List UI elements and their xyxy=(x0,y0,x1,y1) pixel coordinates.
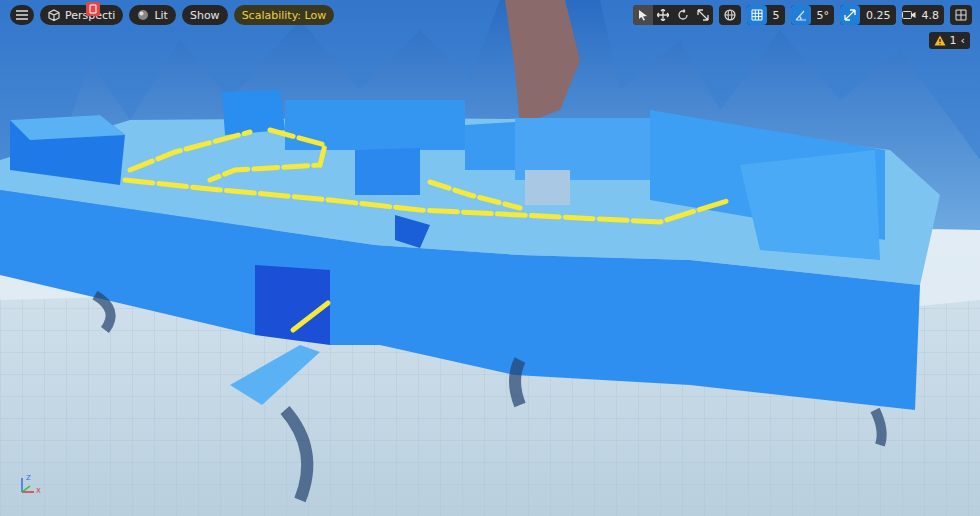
select-icon xyxy=(637,9,649,21)
camera-icon xyxy=(902,9,916,21)
plain-button[interactable]: Show xyxy=(182,5,228,25)
angle-snap-toggle[interactable] xyxy=(791,5,811,25)
viewport-toolbar: Perspecti Lit Show Scalability: Low 5 5° 0.25 4… xyxy=(0,0,980,25)
snap-value[interactable]: 0.25 xyxy=(864,9,891,22)
menu-icon xyxy=(16,10,28,20)
translate-tool[interactable] xyxy=(653,5,673,25)
perspective-button[interactable]: Perspecti xyxy=(40,5,123,25)
axis-label: X xyxy=(36,487,41,495)
snap-value[interactable]: 5 xyxy=(771,9,780,22)
select-tool[interactable] xyxy=(633,5,653,25)
collapse-arrow[interactable]: ‹ xyxy=(961,34,965,47)
sphere-icon xyxy=(137,9,149,21)
warning-icon xyxy=(934,35,946,46)
rotate-icon xyxy=(677,9,689,21)
scale-tool[interactable] xyxy=(693,5,713,25)
camera-speed-value: 4.8 xyxy=(920,9,940,22)
snap-setting: 0.25 xyxy=(840,5,896,25)
rotate-tool[interactable] xyxy=(673,5,693,25)
lit-button[interactable]: Lit xyxy=(129,5,176,25)
snap-setting: 5 xyxy=(747,5,785,25)
layout-button[interactable] xyxy=(950,5,972,25)
realtime-badge[interactable] xyxy=(86,2,100,16)
warning-badge[interactable]: 1‹ xyxy=(929,32,970,49)
button-label: Lit xyxy=(154,9,168,22)
grid-snap-toggle[interactable] xyxy=(747,5,767,25)
translate-icon xyxy=(657,9,669,21)
snap-value[interactable]: 5° xyxy=(815,9,830,22)
button-label: Show xyxy=(190,9,220,22)
axis-gizmo: ZX xyxy=(18,474,48,498)
scale-icon xyxy=(697,9,709,21)
snap-setting: 5° xyxy=(791,5,835,25)
cube-icon xyxy=(48,9,60,21)
scale-snap-icon xyxy=(844,9,856,21)
globe-icon xyxy=(724,9,736,21)
scalability-button[interactable]: Scalability: Low xyxy=(234,5,335,25)
layout-icon xyxy=(955,9,967,21)
level-viewport[interactable]: Perspecti Lit Show Scalability: Low 5 5° 0.25 4… xyxy=(0,0,980,516)
axis-label: Z xyxy=(26,474,31,482)
grid-snap-icon xyxy=(751,9,763,21)
camera-speed[interactable]: 4.8 xyxy=(902,5,945,25)
scale-snap-toggle[interactable] xyxy=(840,5,860,25)
scene-view[interactable] xyxy=(0,0,980,516)
menu-button[interactable] xyxy=(10,5,34,25)
badge-icon xyxy=(89,4,97,14)
warning-count: 1 xyxy=(950,34,957,47)
transform-tools xyxy=(633,5,713,25)
angle-snap-icon xyxy=(795,9,807,21)
world-local-button[interactable] xyxy=(719,5,741,25)
